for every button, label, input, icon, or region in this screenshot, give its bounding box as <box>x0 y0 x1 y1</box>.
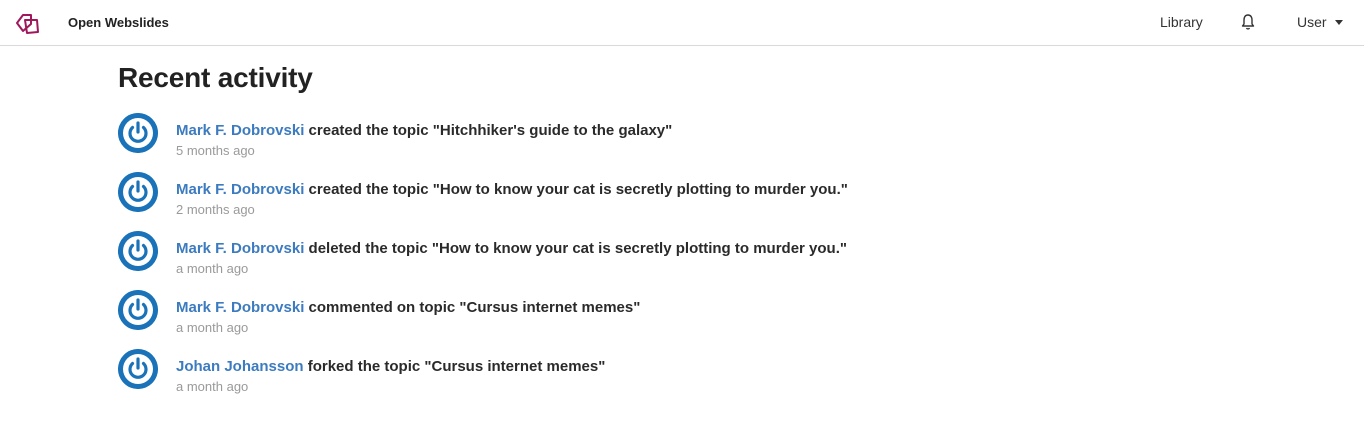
activity-action: deleted the topic "How to know your cat … <box>308 240 848 257</box>
top-navbar: Open Webslides Library User <box>0 0 1364 46</box>
actor-link[interactable]: Johan Johansson <box>176 358 304 375</box>
activity-text: Mark F. Dobrovski created the topic "Hit… <box>176 122 672 139</box>
page-title: Recent activity <box>118 62 313 93</box>
activity-feed: Mark F. Dobrovski created the topic "Hit… <box>118 111 1018 406</box>
activity-item: Johan Johansson forked the topic "Cursus… <box>118 347 1018 406</box>
brand-link[interactable]: Open Webslides <box>68 15 169 30</box>
activity-timestamp: 5 months ago <box>176 143 255 158</box>
activity-action: created the topic "Hitchhiker's guide to… <box>308 122 673 139</box>
actor-link[interactable]: Mark F. Dobrovski <box>176 181 304 198</box>
activity-text: Johan Johansson forked the topic "Cursus… <box>176 358 605 375</box>
user-menu-label: User <box>1297 14 1327 30</box>
activity-timestamp: a month ago <box>176 379 249 394</box>
bell-icon[interactable] <box>1240 13 1256 31</box>
activity-item: Mark F. Dobrovski commented on topic "Cu… <box>118 288 1018 347</box>
power-avatar-icon[interactable] <box>118 290 158 330</box>
activity-item: Mark F. Dobrovski deleted the topic "How… <box>118 229 1018 288</box>
power-avatar-icon[interactable] <box>118 172 158 212</box>
activity-action: commented on topic "Cursus internet meme… <box>308 299 641 316</box>
activity-item: Mark F. Dobrovski created the topic "Hit… <box>118 111 1018 170</box>
activity-timestamp: a month ago <box>176 261 249 276</box>
activity-text: Mark F. Dobrovski created the topic "How… <box>176 181 848 198</box>
nav-library-link[interactable]: Library <box>1160 14 1203 30</box>
activity-text: Mark F. Dobrovski commented on topic "Cu… <box>176 299 640 316</box>
caret-down-icon <box>1334 20 1343 25</box>
power-avatar-icon[interactable] <box>118 349 158 389</box>
user-menu-dropdown[interactable]: User <box>1297 14 1343 30</box>
activity-text: Mark F. Dobrovski deleted the topic "How… <box>176 240 847 257</box>
activity-action: created the topic "How to know your cat … <box>308 181 848 198</box>
actor-link[interactable]: Mark F. Dobrovski <box>176 240 304 257</box>
activity-action: forked the topic "Cursus internet memes" <box>307 358 606 375</box>
power-avatar-icon[interactable] <box>118 231 158 271</box>
power-avatar-icon[interactable] <box>118 113 158 153</box>
openwebslides-logo-icon[interactable] <box>14 10 42 36</box>
actor-link[interactable]: Mark F. Dobrovski <box>176 122 304 139</box>
activity-timestamp: 2 months ago <box>176 202 255 217</box>
actor-link[interactable]: Mark F. Dobrovski <box>176 299 304 316</box>
activity-item: Mark F. Dobrovski created the topic "How… <box>118 170 1018 229</box>
activity-timestamp: a month ago <box>176 320 249 335</box>
